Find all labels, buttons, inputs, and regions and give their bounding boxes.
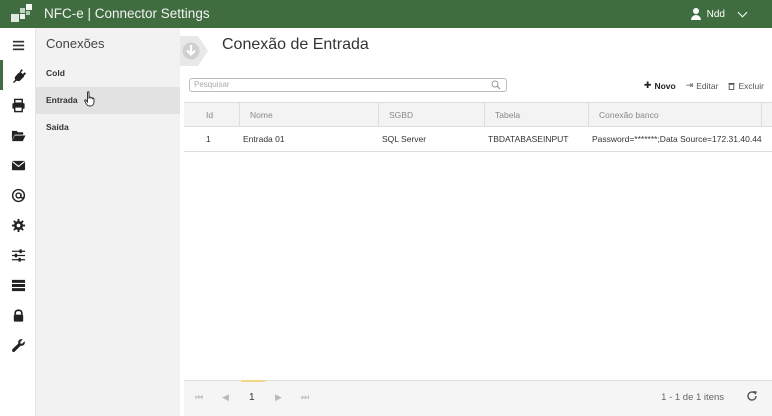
delete-button[interactable]: Excluir [728, 81, 764, 91]
rail-item-folders[interactable] [0, 120, 36, 150]
download-icon [180, 36, 208, 66]
page-title: Conexão de Entrada [222, 36, 369, 53]
pager-info: 1 - 1 de 1 itens [661, 392, 724, 403]
column-header-nome[interactable]: Nome [240, 103, 379, 126]
panel-title: Conexões [46, 36, 105, 51]
cell-nome: Entrada 01 [243, 134, 285, 144]
panel-item-saida[interactable]: Saída [36, 114, 180, 141]
rail-item-email[interactable] [0, 150, 36, 180]
wrench-icon [11, 338, 25, 352]
new-button-label: Novo [654, 80, 676, 91]
rail-item-at[interactable] [0, 180, 36, 210]
rail-item-security[interactable] [0, 300, 36, 330]
column-header-tabela[interactable]: Tabela [485, 103, 589, 126]
rail-item-tools[interactable] [0, 330, 36, 360]
rail-item-adjustments[interactable] [0, 240, 36, 270]
edit-icon: ⇥ [685, 80, 694, 90]
gear-icon [11, 218, 25, 232]
next-page-icon[interactable]: ▶ [275, 392, 282, 403]
hamburger-icon [12, 40, 24, 50]
last-page-icon[interactable]: ⏭ [301, 392, 309, 403]
chevron-down-icon [737, 7, 748, 17]
hand-cursor-icon [84, 91, 95, 107]
cell-tabela: TBDATABASEINPUT [488, 134, 569, 144]
server-icon [11, 279, 25, 291]
edit-button[interactable]: ⇥ Editar [686, 80, 719, 91]
panel-item-cold[interactable]: Cold [36, 60, 180, 87]
plus-icon: ✚ [643, 80, 652, 90]
logo-icon [11, 4, 33, 24]
folder-icon [11, 130, 26, 141]
search-icon[interactable] [491, 80, 501, 90]
refresh-icon[interactable] [746, 390, 758, 402]
cell-id: 1 [206, 134, 211, 144]
plug-icon [12, 68, 27, 83]
user-icon [690, 8, 701, 20]
column-header-conexao[interactable]: Conexão banco [589, 103, 762, 126]
current-page[interactable]: 1 [249, 392, 255, 403]
search-placeholder: Pesquisar [194, 80, 230, 89]
lock-icon [13, 308, 23, 322]
panel-item-entrada[interactable]: Entrada [36, 87, 180, 114]
prev-page-icon[interactable]: ◀ [222, 392, 229, 403]
edit-button-label: Editar [696, 80, 719, 91]
rail-item-server[interactable] [0, 270, 36, 300]
page-indicator-bar [241, 380, 265, 382]
sliders-icon [11, 248, 25, 262]
grid-header: Id Nome SGBD Tabela Conexão banco [184, 102, 772, 127]
user-menu[interactable]: Ndd [690, 7, 748, 20]
top-bar: NFC-e | Connector Settings Ndd [0, 0, 772, 28]
at-icon [11, 188, 25, 202]
first-page-icon[interactable]: ⏮ [195, 392, 203, 403]
cell-conexao: Password=*******;Data Source=172.31.40.4… [592, 134, 762, 144]
rail-item-settings[interactable] [0, 210, 36, 240]
icon-rail [0, 28, 36, 416]
table-row[interactable]: 1 Entrada 01 SQL Server TBDATABASEINPUT … [184, 127, 772, 152]
envelope-icon [11, 160, 25, 170]
toolbar: ✚ Novo ⇥ Editar Excluir [644, 80, 764, 91]
printer-icon [11, 98, 25, 112]
delete-button-label: Excluir [738, 80, 764, 91]
user-name: Ndd [706, 8, 725, 20]
column-header-sgbd[interactable]: SGBD [379, 103, 485, 126]
main-content: Conexão de Entrada Pesquisar ✚ Novo ⇥ Ed… [180, 28, 772, 416]
trash-icon [728, 82, 735, 90]
rail-item-print[interactable] [0, 90, 36, 120]
cell-sgbd: SQL Server [382, 134, 427, 144]
app-title: NFC-e | Connector Settings [44, 6, 210, 21]
search-input[interactable]: Pesquisar [189, 78, 507, 92]
column-header-id[interactable]: Id [184, 103, 240, 126]
connections-grid: Id Nome SGBD Tabela Conexão banco 1 Entr… [184, 102, 772, 152]
rail-item-connections[interactable] [0, 60, 36, 90]
menu-toggle[interactable] [0, 30, 36, 60]
connections-panel: Conexões Cold Entrada Saída [36, 28, 180, 416]
new-button[interactable]: ✚ Novo [644, 80, 676, 91]
pager: ⏮ ◀ 1 ▶ ⏭ 1 - 1 de 1 itens [184, 380, 772, 416]
